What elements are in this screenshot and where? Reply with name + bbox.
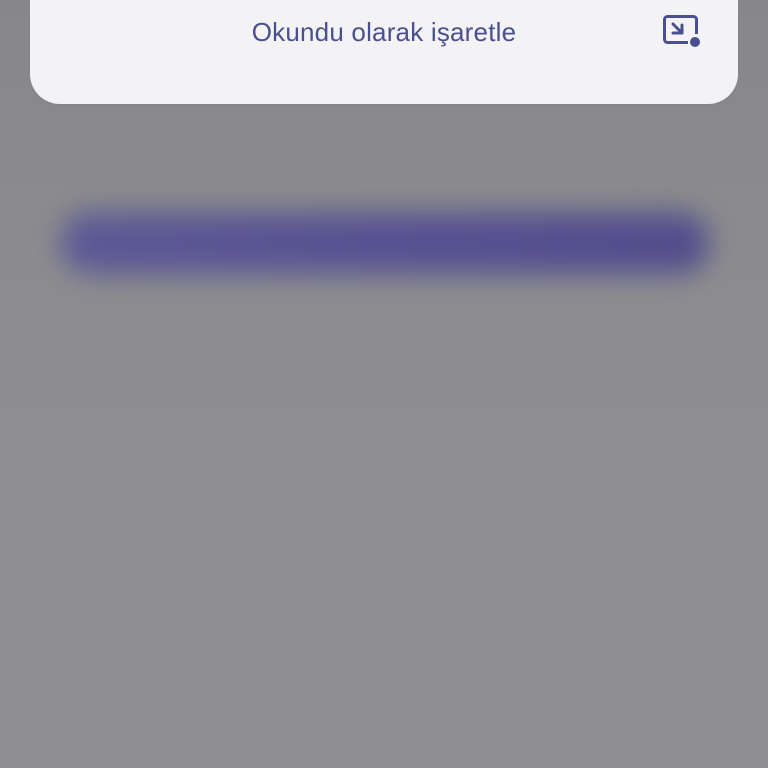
mark-read-icon: [663, 15, 702, 48]
mark-as-read-label: Okundu olarak işaretle: [251, 17, 517, 47]
blurred-primary-button: [60, 212, 710, 274]
dimmed-background[interactable]: [0, 0, 768, 768]
action-sheet: Okundu olarak işaretle: [30, 0, 738, 104]
mark-as-read-menu-item[interactable]: Okundu olarak işaretle: [30, 0, 738, 64]
